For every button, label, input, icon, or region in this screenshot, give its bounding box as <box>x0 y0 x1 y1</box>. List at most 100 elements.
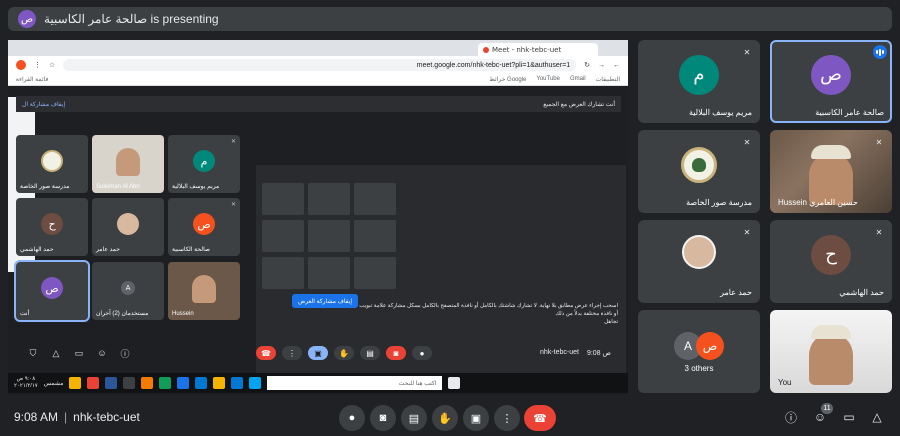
chat-icon: ▭ <box>74 347 84 358</box>
inner-presenting-text: أنت تشارك العرض مع الجميع <box>543 101 615 108</box>
chat-icon: ▭ <box>843 410 855 424</box>
inner-presenting-bar: إيقاف مشاركة ال أنت تشارك العرض مع الجمي… <box>16 96 621 112</box>
inner-avatar: ص <box>41 277 63 300</box>
participant-tile[interactable]: ✕ Hussein حسين العامري <box>770 130 892 213</box>
people-button[interactable]: ☺ 11 <box>811 403 833 426</box>
others-tile[interactable]: A ص 3 others <box>638 310 760 393</box>
app-icon <box>177 377 190 389</box>
mic-icon: ● <box>412 346 432 360</box>
shared-screen: Meet - nhk-tebc-uet ⋮ ☆ meet.google.com/… <box>8 40 628 395</box>
people-icon: ☺ <box>97 348 107 358</box>
mic-icon: ● <box>348 412 356 424</box>
more-icon: ⋮ <box>501 412 513 425</box>
captions-button[interactable]: ▤ <box>401 405 427 431</box>
raise-hand-button[interactable]: ✋ <box>432 405 458 431</box>
browser-back-icon: ← <box>613 61 620 69</box>
mirror-tile <box>308 220 350 252</box>
taskbar-search: اكتب هنا للبحث <box>267 376 443 390</box>
bookmark-item: التطبيقات <box>595 77 620 83</box>
taskbar-clock: ٩:٠٨ ص ٢٠٢١/٢/١٧ <box>14 376 38 390</box>
participant-tile[interactable]: ✕ مدرسة صور الخاصة <box>638 130 760 213</box>
dismiss-link: تجاهل <box>604 319 618 325</box>
camera-off-icon: ◙ <box>386 346 406 360</box>
meeting-time: 9:08 AM <box>14 410 59 424</box>
meet-window: ص صالحة عامر الكاسبية is presenting Meet… <box>0 0 900 436</box>
stop-presenting-button: إيقاف مشاركة العرض <box>292 294 358 308</box>
mirror-tile <box>354 257 396 289</box>
participant-tile[interactable]: ✕ م مريم يوسف البلالية <box>638 40 760 123</box>
self-cap <box>811 324 851 339</box>
inner-time: 9:08 ص <box>586 350 611 357</box>
inner-avatar: ح <box>41 213 63 236</box>
chat-button[interactable]: ▭ <box>840 408 858 426</box>
word-icon <box>105 377 118 389</box>
mic-button[interactable]: ● <box>339 405 365 431</box>
browser-menu-icon: ⋮ <box>34 62 41 69</box>
browser-url: meet.google.com/nhk-tebc-uet?pli=1&authu… <box>63 59 577 71</box>
mirror-tile <box>354 220 396 252</box>
participant-video <box>116 147 140 176</box>
participant-name: صالحة عامر الكاسبية <box>815 108 884 117</box>
inner-right-icons: ⛉ △ ▭ ☺ ⓘ <box>26 346 132 360</box>
inner-avatar: م <box>193 150 215 173</box>
inner-meeting-code: nhk-tebc-uet <box>540 349 579 356</box>
windows-start-icon <box>448 377 461 389</box>
participant-tile[interactable]: ✕ ح حمد الهاشمي <box>770 220 892 303</box>
leave-call-button[interactable]: ☎ <box>524 405 556 431</box>
participant-tile[interactable]: ✕ حمد عامر <box>638 220 760 303</box>
browser-forward-icon: → <box>598 61 605 69</box>
taskbar-date: ٢٠٢١/٢/١٧ <box>14 383 38 389</box>
activities-button[interactable]: △ <box>868 408 886 426</box>
inner-tile: ✕ م مريم يوسف البلالية <box>168 135 240 193</box>
presenting-warning-note: اسحب إجراء عرض مطابق بلا نهاية. لا تشارك… <box>358 302 618 326</box>
speaking-icon <box>873 45 887 59</box>
info-icon: ⓘ <box>784 410 797 425</box>
bookmark-item: Gmail <box>569 76 586 82</box>
meta-separator: | <box>64 410 68 424</box>
inner-controls-bar: ⛉ △ ▭ ☺ ⓘ ☎ ⋮ ▣ ✋ ▤ ◙ ● nhk-tebc-uet 9:0… <box>16 340 621 366</box>
more-options-button[interactable]: ⋮ <box>494 405 520 431</box>
camera-button[interactable]: ◙ <box>370 405 396 431</box>
more-icon: ⋮ <box>282 346 302 360</box>
inner-tile-name: Suleiman Al Abri <box>96 184 140 190</box>
mirror-tile <box>262 220 304 252</box>
mirror-tile <box>262 257 304 289</box>
taskbar-time: ٩:٠٨ ص <box>16 376 36 382</box>
others-avatar: ص <box>696 332 724 360</box>
presenter-text: صالحة عامر الكاسبية is presenting <box>44 12 219 26</box>
meet-favicon-icon <box>483 46 489 53</box>
present-icon: ▣ <box>308 346 328 360</box>
end-call-icon: ☎ <box>533 412 547 425</box>
activities-icon: △ <box>872 410 882 424</box>
inner-tile: حمد عامر <box>92 198 164 256</box>
inner-tile-name: مريم يوسف البلالية <box>172 184 220 190</box>
mirror-tile <box>308 257 350 289</box>
mic-off-icon: ✕ <box>743 47 751 57</box>
self-view-tile[interactable]: You <box>770 310 892 393</box>
meeting-details-button[interactable]: ⓘ <box>782 408 800 426</box>
mirror-tile <box>262 183 304 215</box>
participant-cap <box>811 144 851 159</box>
browser-address-bar: ⋮ ☆ meet.google.com/nhk-tebc-uet?pli=1&a… <box>8 56 628 74</box>
presenter-banner: ص صالحة عامر الكاسبية is presenting <box>8 7 892 31</box>
participant-photo <box>682 234 716 269</box>
inner-tile: ح حمد الهاشمي <box>16 198 88 256</box>
inner-tile: مدرسة صور الخاصة <box>16 135 88 193</box>
inner-avatar: A <box>121 281 135 296</box>
warning-text: اسحب إجراء عرض مطابق بلا نهاية. لا تشارك… <box>359 303 618 317</box>
meeting-controls-bar: 9:08 AM | nhk-tebc-uet ● ◙ ▤ ✋ ▣ ⋮ ☎ ⓘ ☺ 11… <box>0 398 900 436</box>
participant-video <box>192 274 216 303</box>
participant-tile[interactable]: ص صالحة عامر الكاسبية <box>770 40 892 123</box>
captions-icon: ▤ <box>360 346 380 360</box>
shield-icon: ⛉ <box>29 347 37 358</box>
edge-icon <box>195 377 208 389</box>
mirror-tile <box>354 183 396 215</box>
inner-tile: ص أنت <box>14 260 90 322</box>
mic-off-icon: ✕ <box>875 137 883 147</box>
present-button[interactable]: ▣ <box>463 405 489 431</box>
browser-star-icon: ☆ <box>49 62 56 69</box>
weather-icon <box>69 377 82 389</box>
inner-tile: A مستخدمان (2) آخران <box>92 262 164 320</box>
meeting-code: nhk-tebc-uet <box>73 410 140 424</box>
windows-taskbar: ٩:٠٨ ص ٢٠٢١/٢/١٧ مشمس اكتب هنا للبحث <box>8 373 628 393</box>
